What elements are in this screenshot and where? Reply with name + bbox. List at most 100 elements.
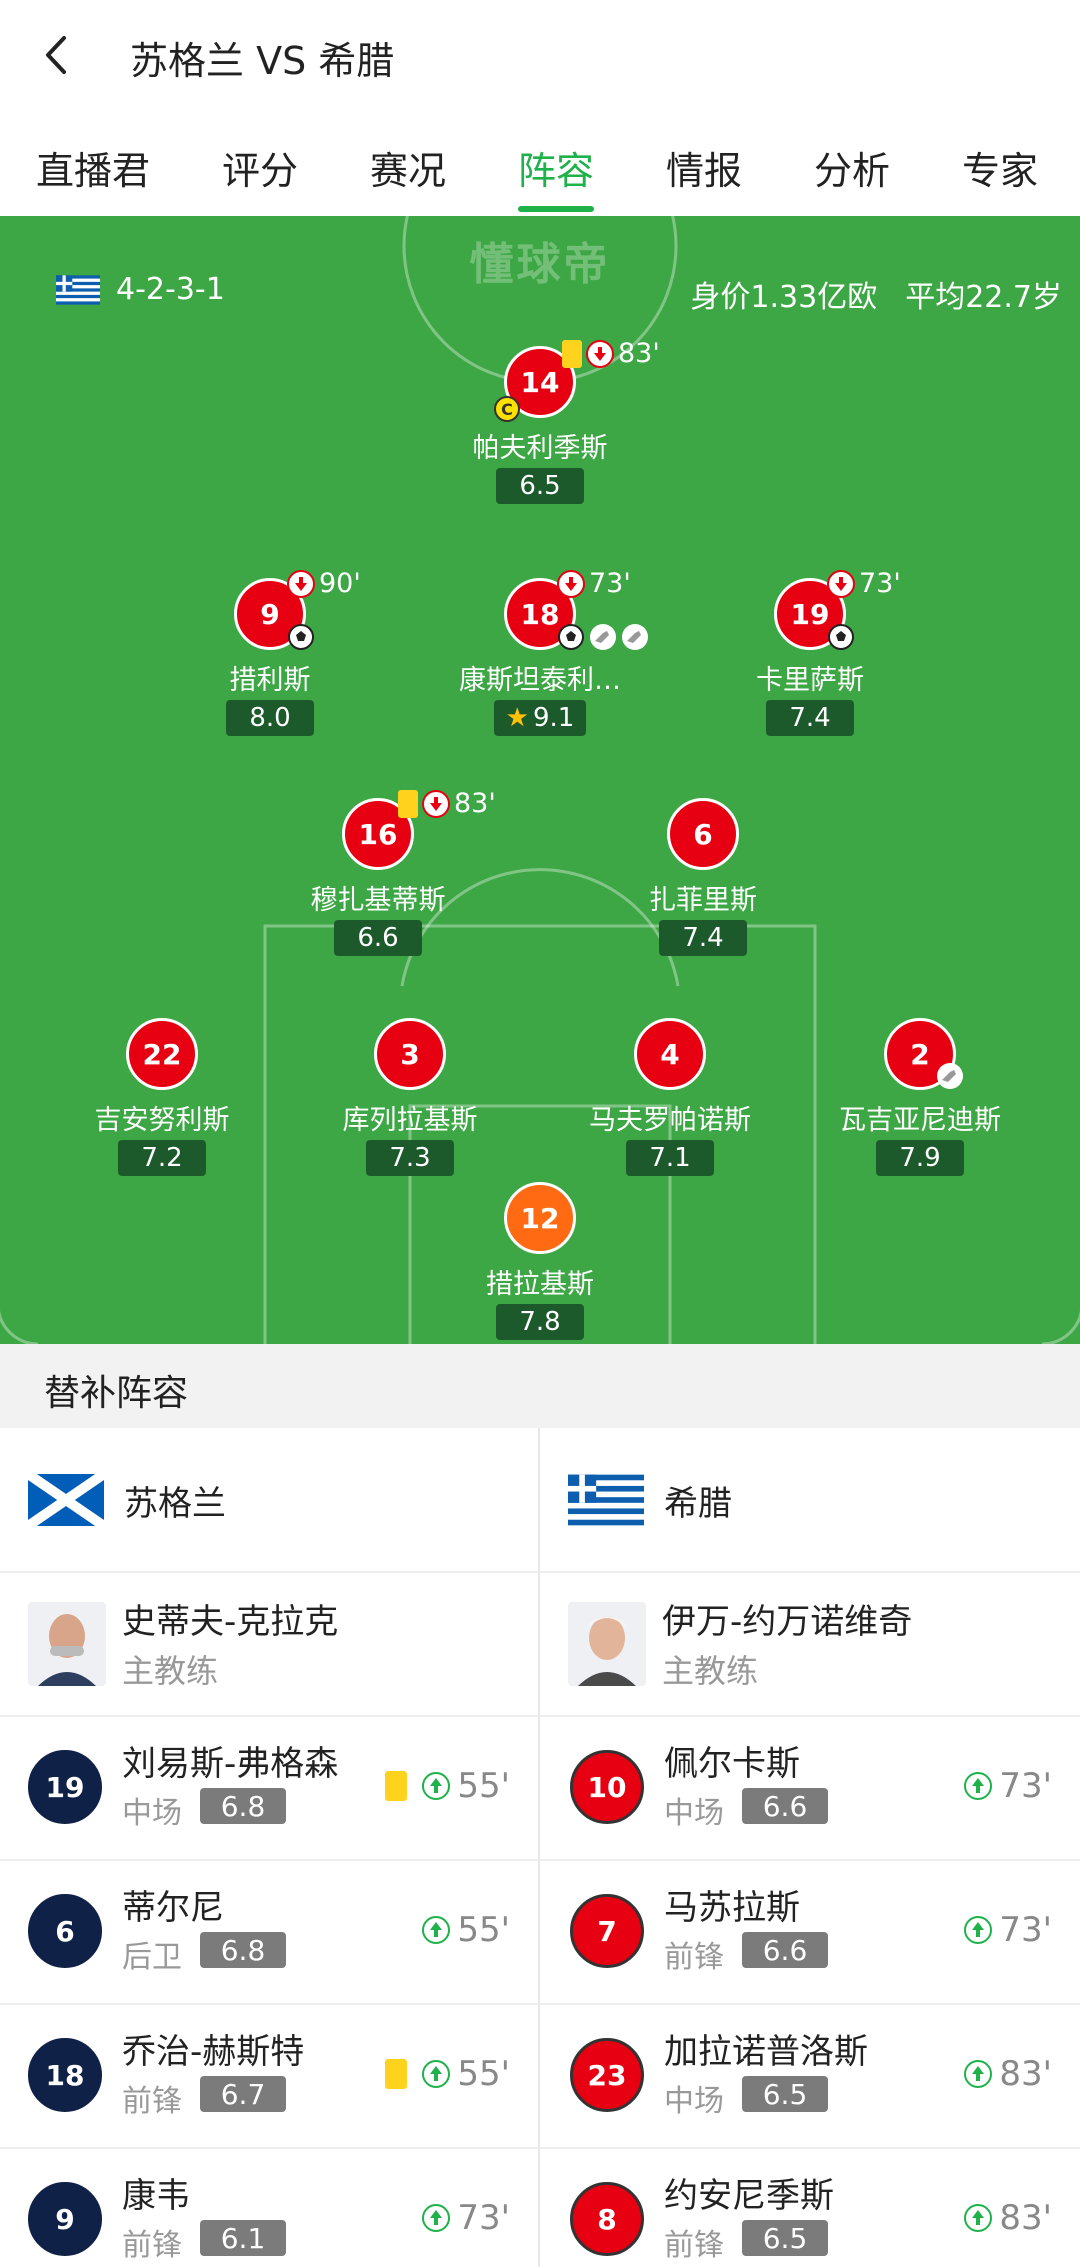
tab-live[interactable]: 直播君 — [36, 140, 150, 195]
tab-analysis[interactable]: 分析 — [814, 140, 890, 195]
sub-out-icon — [422, 789, 450, 818]
sub-time: 73' — [859, 568, 901, 599]
sub-position: 中场 — [664, 1796, 724, 1831]
formation-label: 4-2-3-1 — [116, 272, 225, 307]
sub-name: 马苏拉斯 — [664, 1888, 800, 1928]
goal-ball-icon — [828, 624, 854, 650]
sub-position: 中场 — [122, 1796, 182, 1831]
match-title: 苏格兰 VS 希腊 — [130, 39, 395, 83]
sub-name: 蒂尔尼 — [122, 1888, 224, 1928]
player-number: 6 — [667, 798, 739, 870]
yellow-card-icon — [385, 1771, 408, 1801]
back-arrow-icon[interactable] — [40, 32, 76, 78]
sub-rating: 6.8 — [200, 1932, 286, 1968]
sub-number: 7 — [570, 1894, 644, 1968]
sub-number: 6 — [28, 1894, 102, 1968]
sub-row[interactable]: 6 蒂尔尼 后卫 6.8 55' — [28, 1860, 510, 2004]
player-16-events: 83' — [398, 788, 496, 819]
sub-rating: 6.5 — [742, 2220, 828, 2256]
player-rating: 8.0 — [226, 700, 314, 736]
player-9-events: 90' — [286, 568, 361, 599]
player-18-events: 73' — [556, 568, 631, 599]
coach-scotland[interactable]: 史蒂夫-克拉克 主教练 — [28, 1572, 528, 1716]
coach-role: 主教练 — [122, 1652, 219, 1690]
sub-time: 55' — [457, 1910, 510, 1950]
player-name: 吉安努利斯 — [94, 1105, 230, 1136]
team-header-scotland: 苏格兰 — [28, 1428, 226, 1572]
sub-events: 55' — [421, 1910, 510, 1950]
sub-row[interactable]: 23 加拉诺普洛斯 中场 6.5 83' — [570, 2004, 1052, 2148]
sub-position: 中场 — [664, 2084, 724, 2119]
team-name: 苏格兰 — [124, 1483, 226, 1524]
assist-boot-icon — [622, 624, 648, 650]
player-rating: ★ 9.1 — [494, 700, 586, 736]
sub-events: 73' — [963, 1910, 1052, 1950]
player-rating: 6.6 — [334, 920, 422, 956]
team-name: 希腊 — [664, 1483, 732, 1524]
sub-time: 83' — [454, 788, 496, 819]
player-rating: 7.2 — [118, 1140, 206, 1176]
sub-in-icon — [964, 2060, 993, 2088]
sub-rating: 6.8 — [200, 1788, 286, 1824]
sub-row[interactable]: 18 乔治-赫斯特 前锋 6.7 55' — [28, 2004, 510, 2148]
player-rating: 7.1 — [626, 1140, 714, 1176]
sub-events: 83' — [963, 2054, 1052, 2094]
player-name: 扎菲里斯 — [649, 885, 757, 916]
player-14-events: 83' — [562, 338, 660, 369]
greece-flag-icon — [56, 274, 100, 305]
coach-role: 主教练 — [662, 1652, 759, 1690]
sub-in-icon — [964, 2204, 993, 2232]
player-name: 措利斯 — [229, 665, 311, 696]
sub-events: 55' — [385, 1766, 510, 1806]
player-name: 措拉基斯 — [486, 1269, 594, 1300]
tab-lineup[interactable]: 阵容 — [518, 140, 594, 195]
sub-number: 19 — [28, 1750, 102, 1824]
team-value: 身价1.33亿欧 — [690, 280, 878, 315]
sub-in-icon — [422, 2204, 451, 2232]
sub-position: 前锋 — [122, 2228, 182, 2263]
player-number: 22 — [126, 1018, 198, 1090]
sub-time: 83' — [999, 2054, 1052, 2094]
sub-row[interactable]: 19 刘易斯-弗格森 中场 6.8 55' — [28, 1716, 510, 1860]
active-tab-indicator — [518, 206, 594, 212]
tab-intel[interactable]: 情报 — [666, 140, 742, 195]
sub-rating: 6.6 — [742, 1788, 828, 1824]
tab-events[interactable]: 赛况 — [370, 140, 446, 195]
sub-number: 8 — [570, 2182, 644, 2256]
coach-greece[interactable]: 伊万-约万诺维奇 主教练 — [568, 1572, 1068, 1716]
tab-experts[interactable]: 专家 — [962, 140, 1038, 195]
sub-name: 刘易斯-弗格森 — [122, 1744, 339, 1784]
lineup-pitch: 懂球帝 4-2-3-1 身价1.33亿欧 平均22.7岁 14 帕夫利季斯 6.5… — [0, 216, 1080, 1344]
sub-position: 后卫 — [122, 1940, 182, 1975]
sub-in-icon — [964, 1772, 993, 1800]
sub-row[interactable]: 10 佩尔卡斯 中场 6.6 73' — [570, 1716, 1052, 1860]
sub-number: 23 — [570, 2038, 644, 2112]
assist-boot-icon — [937, 1063, 963, 1089]
sub-name: 约安尼季斯 — [664, 2176, 834, 2216]
sub-row[interactable]: 8 约安尼季斯 前锋 6.5 83' — [570, 2148, 1052, 2267]
player-18-stats — [557, 623, 649, 651]
sub-in-icon — [422, 2060, 451, 2088]
column-divider — [538, 1428, 540, 2267]
player-name: 帕夫利季斯 — [472, 433, 608, 464]
sub-in-icon — [964, 1916, 993, 1944]
goal-ball-icon — [558, 624, 584, 650]
sub-time: 55' — [457, 1766, 510, 1806]
sub-name: 乔治-赫斯特 — [122, 2032, 305, 2072]
sub-row[interactable]: 9 康韦 前锋 6.1 73' — [28, 2148, 510, 2267]
sub-time: 73' — [457, 2198, 510, 2238]
player-rating: 6.5 — [496, 468, 584, 504]
sub-number: 9 — [28, 2182, 102, 2256]
coach-name: 伊万-约万诺维奇 — [662, 1602, 913, 1642]
sub-row[interactable]: 7 马苏拉斯 前锋 6.6 73' — [570, 1860, 1052, 2004]
sub-number: 10 — [570, 1750, 644, 1824]
sub-name: 康韦 — [122, 2176, 190, 2216]
player-name: 瓦吉亚尼迪斯 — [839, 1105, 1001, 1136]
sub-in-icon — [422, 1772, 451, 1800]
sub-events: 83' — [963, 2198, 1052, 2238]
sub-time: 90' — [319, 568, 361, 599]
formation-info: 4-2-3-1 — [56, 272, 225, 307]
goal-ball-icon — [288, 624, 314, 650]
subs-list: 苏格兰 希腊 史蒂夫-克拉克 主教练 伊万-约万诺维奇 主教练 19 刘易斯-弗… — [0, 1428, 1080, 2267]
tab-ratings[interactable]: 评分 — [222, 140, 298, 195]
